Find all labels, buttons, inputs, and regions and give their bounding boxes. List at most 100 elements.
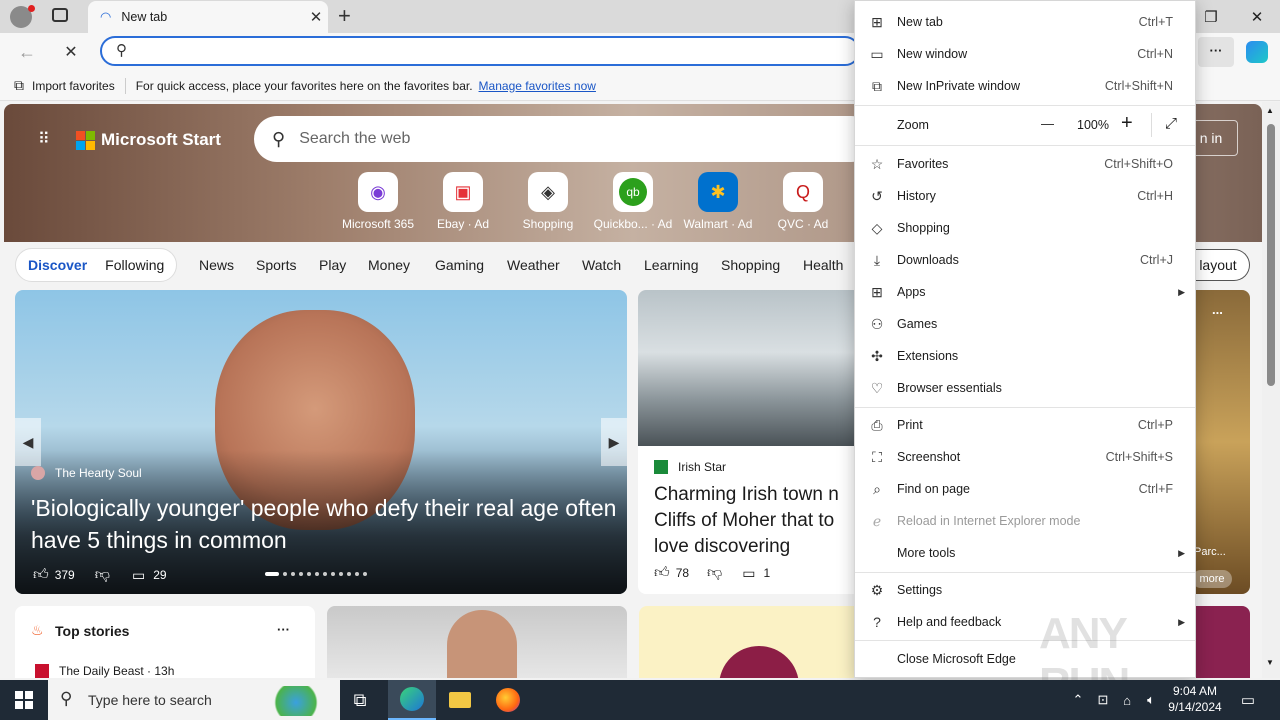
nav-news[interactable]: News [199, 257, 234, 273]
notifications-icon[interactable]: ▭ [1228, 680, 1268, 720]
edge-taskbar-icon[interactable] [388, 680, 436, 720]
menu-item-more-tools[interactable]: More tools ▶ [855, 537, 1195, 569]
menu-item-extensions[interactable]: ✣ Extensions [855, 340, 1195, 372]
fullscreen-icon[interactable]: ⤢ [1165, 115, 1177, 132]
menu-item-find[interactable]: ⌕ Find on page Ctrl+F [855, 473, 1195, 505]
nav-health[interactable]: Health [803, 257, 843, 273]
menu-item-new-window[interactable]: ▭ New window Ctrl+N [855, 38, 1195, 70]
copilot-icon[interactable] [1246, 41, 1268, 63]
nav-gaming[interactable]: Gaming [435, 257, 484, 273]
extensions-icon: ✣ [871, 347, 883, 364]
close-tab-icon[interactable]: ✕ [304, 8, 328, 26]
menu-item-settings[interactable]: ⚙ Settings [855, 574, 1195, 606]
quicklink-label: Quickbo... · Ad [593, 217, 673, 231]
web-search-input[interactable]: ⚲ Search the web [254, 116, 874, 162]
scroll-down-icon[interactable]: ▼ [1266, 658, 1274, 667]
carousel-next-icon[interactable]: ▶ [601, 418, 627, 466]
article-headline[interactable]: Charming Irish town n Cliffs of Moher th… [654, 482, 864, 560]
close-window-icon[interactable]: ✕ [1234, 0, 1280, 33]
quicklink-qvc[interactable]: Q QVC · Ad [763, 172, 843, 231]
taskbar-search-input[interactable]: ⚲ Type here to search [48, 680, 340, 720]
nav-sports[interactable]: Sports [256, 257, 296, 273]
tab-discover[interactable]: Discover [28, 257, 87, 273]
quicklink-microsoft-365[interactable]: ◉ Microsoft 365 [338, 172, 418, 231]
start-button[interactable] [0, 680, 48, 720]
menu-item-apps[interactable]: ⊞ Apps ▶ [855, 276, 1195, 308]
article-card-partial-2[interactable] [1190, 606, 1250, 678]
scroll-up-icon[interactable]: ▲ [1266, 106, 1274, 115]
article-card-irish[interactable]: Irish Star Charming Irish town n Cliffs … [638, 290, 868, 594]
volume-icon[interactable]: 🔈︎ [1138, 680, 1164, 720]
menu-item-games[interactable]: ⚇ Games [855, 308, 1195, 340]
clock-date: 9/14/2024 [1168, 700, 1222, 714]
page-scrollbar[interactable]: ▲ ▼ [1262, 102, 1280, 678]
dislike-icon[interactable]: 👎︎ [707, 564, 722, 582]
menu-item-screenshot[interactable]: ⛶ Screenshot Ctrl+Shift+S [855, 441, 1195, 473]
clock-time: 9:04 AM [1172, 684, 1218, 698]
nav-play[interactable]: Play [319, 257, 346, 273]
zoom-out-button[interactable]: — [1041, 116, 1054, 131]
source-name: Irish Star [678, 460, 727, 474]
card-options-icon[interactable]: ... [1212, 302, 1223, 317]
import-favorites-icon: ⧉ [14, 77, 24, 93]
article-card-photo[interactable] [327, 606, 627, 678]
nav-money[interactable]: Money [368, 257, 410, 273]
scroll-thumb[interactable] [1267, 124, 1275, 386]
menu-item-print[interactable]: ⎙ Print Ctrl+P [855, 409, 1195, 441]
manage-favorites-link[interactable]: Manage favorites now [479, 79, 596, 93]
like-icon[interactable]: 👍︎ [33, 566, 49, 584]
import-favorites-button[interactable]: Import favorites [32, 79, 115, 93]
see-more-button[interactable]: more [1192, 570, 1232, 588]
article-card-graphic[interactable] [639, 606, 869, 678]
story-source-icon [35, 664, 49, 678]
back-icon[interactable]: ← [12, 37, 42, 67]
url-input[interactable]: ⚲ [100, 36, 860, 66]
taskbar: ⚲ Type here to search ⧉ ⌃ ⊡ ⌂ 🔈︎ 9:04 AM… [0, 680, 1280, 720]
task-view-icon[interactable]: ⧉ [336, 680, 384, 720]
carousel-dots[interactable] [265, 572, 367, 576]
quicklink-ebay[interactable]: ▣ Ebay · Ad [423, 172, 503, 231]
nav-shopping[interactable]: Shopping [721, 257, 780, 273]
menu-item-downloads[interactable]: ⤓ Downloads Ctrl+J [855, 244, 1195, 276]
comment-icon[interactable]: ▭ [742, 565, 755, 582]
article-headline[interactable]: 'Biologically younger' people who defy t… [31, 492, 621, 556]
quicklink-walmart[interactable]: ✱ Walmart · Ad [678, 172, 758, 231]
more-menu-button[interactable]: ··· [1198, 37, 1234, 67]
article-card-partial[interactable]: ... Parc... more [1190, 290, 1250, 594]
tab-following[interactable]: Following [105, 257, 164, 273]
file-explorer-icon[interactable] [436, 680, 484, 720]
clock[interactable]: 9:04 AM 9/14/2024 [1166, 683, 1224, 715]
quicklink-quickbooks[interactable]: qb Quickbo... · Ad [593, 172, 673, 231]
source-row: The Hearty Soul [31, 466, 142, 480]
nav-watch[interactable]: Watch [582, 257, 621, 273]
quicklink-shopping[interactable]: ◈ Shopping [508, 172, 588, 231]
wifi-icon[interactable]: ⌂ [1114, 680, 1140, 720]
top-stories-menu-icon[interactable]: ··· [277, 622, 290, 637]
top-stories-card: ♨ Top stories ··· The Daily Beast · 13h [15, 606, 315, 678]
menu-item-history[interactable]: ↺ History Ctrl+H [855, 180, 1195, 212]
dislike-icon[interactable]: 👎︎ [95, 566, 110, 584]
new-tab-icon: ⊞ [871, 13, 883, 30]
menu-item-browser-essentials[interactable]: ♡ Browser essentials [855, 372, 1195, 404]
like-icon[interactable]: 👍︎ [654, 564, 670, 582]
stop-icon[interactable]: ✕ [56, 37, 86, 67]
microsoft-start-logo[interactable]: Microsoft Start [76, 130, 221, 150]
nav-weather[interactable]: Weather [507, 257, 560, 273]
menu-item-new-tab[interactable]: ⊞ New tab Ctrl+T [855, 6, 1195, 38]
firefox-icon[interactable] [484, 680, 532, 720]
menu-item-favorites[interactable]: ☆ Favorites Ctrl+Shift+O [855, 148, 1195, 180]
zoom-in-button[interactable]: + [1121, 112, 1133, 135]
tab-new-tab[interactable]: ◠ New tab ✕ [88, 1, 328, 33]
new-tab-button[interactable]: + [338, 3, 351, 29]
help-icon: ? [873, 614, 881, 630]
featured-article-card[interactable]: ◀ ▶ The Hearty Soul 'Biologically younge… [15, 290, 627, 594]
comment-icon[interactable]: ▭ [132, 567, 145, 584]
nav-learning[interactable]: Learning [644, 257, 699, 273]
menu-item-shopping[interactable]: ◇ Shopping [855, 212, 1195, 244]
search-icon: ⚲ [116, 42, 127, 59]
apps-grid-icon[interactable]: ⠿ [38, 130, 58, 150]
network-icon[interactable]: ⊡ [1090, 680, 1116, 720]
tab-actions-icon[interactable] [52, 8, 68, 22]
menu-item-inprivate[interactable]: ⧉ New InPrivate window Ctrl+Shift+N [855, 70, 1195, 102]
carousel-prev-icon[interactable]: ◀ [15, 418, 41, 466]
